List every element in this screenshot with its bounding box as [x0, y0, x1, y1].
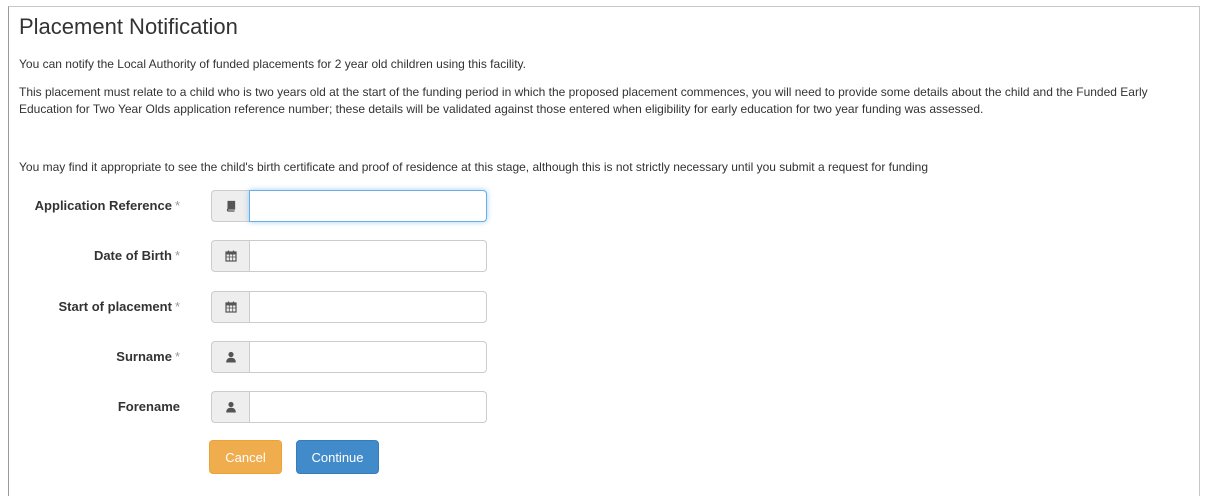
intro-text: You can notify the Local Authority of fu…: [19, 57, 526, 71]
requirements-text: This placement must relate to a child wh…: [19, 85, 1148, 116]
calendar-icon: [211, 291, 249, 323]
page-title: Placement Notification: [19, 14, 238, 39]
cancel-button[interactable]: Cancel: [209, 440, 282, 474]
required-marker: *: [174, 299, 180, 314]
form-row-forename: Forename: [0, 391, 520, 423]
form-row-surname: Surname *: [0, 341, 520, 373]
application-reference-input[interactable]: [249, 190, 487, 222]
advice-text: You may find it appropriate to see the c…: [19, 160, 929, 174]
date-of-birth-label: Date of Birth *: [93, 248, 180, 263]
form-row-start-of-placement: Start of placement *: [0, 291, 520, 323]
application-reference-label: Application Reference *: [34, 198, 180, 213]
form-row-date-of-birth: Date of Birth *: [0, 240, 520, 272]
continue-button[interactable]: Continue: [296, 440, 379, 474]
calendar-icon: [211, 240, 249, 272]
form-row-application-reference: Application Reference *: [0, 190, 520, 222]
forename-label: Forename: [117, 399, 180, 414]
start-of-placement-label: Start of placement *: [58, 299, 180, 314]
surname-label: Surname *: [116, 349, 180, 364]
required-marker: *: [174, 248, 180, 263]
date-of-birth-input[interactable]: [249, 240, 487, 272]
required-marker: *: [174, 198, 180, 213]
forename-input[interactable]: [249, 391, 487, 423]
user-icon: [211, 391, 249, 423]
required-marker: *: [174, 349, 180, 364]
book-icon: [211, 190, 249, 222]
start-of-placement-input[interactable]: [249, 291, 487, 323]
user-icon: [211, 341, 249, 373]
surname-input[interactable]: [249, 341, 487, 373]
